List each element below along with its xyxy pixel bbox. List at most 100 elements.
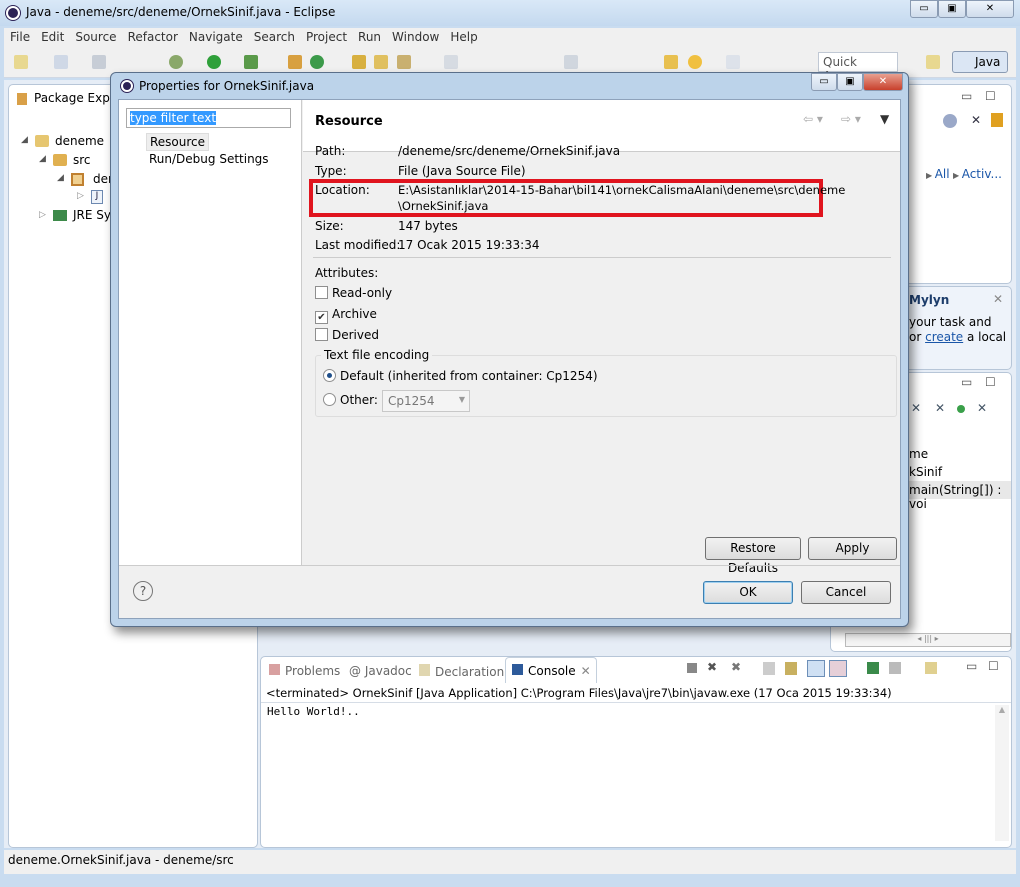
run-icon[interactable] [207, 55, 221, 69]
open-console-icon[interactable] [925, 662, 937, 674]
new-class-icon[interactable] [310, 55, 324, 69]
person-icon[interactable] [991, 113, 1003, 127]
collapse-arrow-icon[interactable]: ▷ [77, 191, 84, 201]
back-icon[interactable] [664, 55, 678, 69]
horizontal-scrollbar[interactable]: ◂ ||| ▸ [845, 633, 1011, 647]
display-console-icon[interactable] [889, 662, 901, 674]
prev-icon[interactable] [688, 55, 702, 69]
expand-arrow-icon[interactable]: ◢ [21, 135, 28, 145]
tab-declaration[interactable]: Declaration [419, 664, 504, 679]
menu-run[interactable]: Run [352, 28, 386, 44]
outline-item-class[interactable]: kSinif [909, 465, 942, 479]
categorized-icon[interactable] [943, 114, 957, 128]
open-folder-icon[interactable] [374, 55, 388, 69]
pin-console-icon[interactable] [867, 662, 879, 674]
restore-defaults-button[interactable]: Restore Defaults [705, 537, 801, 575]
show-on-stderr-icon[interactable] [829, 660, 847, 677]
expand-arrow-icon[interactable]: ◢ [57, 173, 64, 183]
dialog-minimize-button[interactable]: ▭ [811, 73, 837, 91]
view-menu-icon[interactable]: ▼ [880, 112, 889, 126]
ok-button[interactable]: OK [703, 581, 793, 604]
minimize-view-icon[interactable]: ▭ [961, 375, 972, 389]
show-on-stdout-icon[interactable] [807, 660, 825, 677]
menu-window[interactable]: Window [386, 28, 444, 44]
remove-all-icon[interactable]: ✖ [731, 660, 741, 674]
derived-checkbox[interactable]: Derived [315, 328, 379, 342]
save-icon[interactable] [92, 55, 106, 69]
hide-fields-icon[interactable]: ✕ [911, 401, 921, 415]
apply-button[interactable]: Apply [808, 537, 897, 560]
maximize-view-icon[interactable]: ☐ [985, 89, 996, 103]
filter-input[interactable]: type filter text [126, 108, 291, 128]
dialog-maximize-button[interactable]: ▣ [837, 73, 863, 91]
external-tools-icon[interactable] [244, 55, 258, 69]
other-encoding-radio[interactable]: Other: [323, 393, 378, 407]
forward-nav-icon[interactable]: ⇨ ▾ [841, 112, 861, 126]
debug-icon[interactable] [169, 55, 183, 69]
quick-access-input[interactable]: Quick Access [818, 52, 898, 83]
terminate-icon[interactable] [687, 663, 697, 673]
search-icon[interactable] [397, 55, 411, 69]
scroll-lock-icon[interactable] [785, 662, 797, 675]
default-encoding-radio[interactable]: Default (inherited from container: Cp125… [323, 369, 598, 383]
close-button[interactable]: ✕ [966, 0, 1014, 18]
expand-arrow-icon[interactable]: ◢ [39, 154, 46, 164]
archive-checkbox[interactable]: ✔ Archive [315, 307, 377, 324]
tree-item-deneme[interactable]: deneme [55, 134, 104, 148]
minimize-view-icon[interactable]: ▭ [966, 659, 977, 673]
activate-link[interactable]: ▶ Activ... [953, 167, 1002, 181]
vertical-scrollbar[interactable]: ▲ [995, 705, 1009, 841]
close-tab-icon[interactable]: ✕ [581, 664, 591, 678]
outline-item-main[interactable]: main(String[]) : voi [903, 481, 1011, 511]
java-file-icon[interactable]: J [91, 190, 103, 204]
help-button[interactable]: ? [133, 581, 153, 601]
tab-problems[interactable]: Problems [269, 664, 340, 678]
annotation-icon[interactable] [444, 55, 458, 69]
new-file-icon[interactable] [54, 55, 68, 69]
tree-item-src[interactable]: src [73, 153, 91, 167]
create-link[interactable]: create [925, 330, 963, 344]
package-explorer-tab[interactable]: Package Explo [34, 91, 121, 105]
collapse-arrow-icon[interactable]: ▷ [39, 210, 46, 220]
back-nav-icon[interactable]: ⇦ ▾ [803, 112, 823, 126]
toggle-mark-icon[interactable] [564, 55, 578, 69]
focus-icon[interactable]: ✕ [971, 113, 981, 127]
new-icon[interactable] [14, 55, 28, 69]
menu-edit[interactable]: Edit [35, 28, 69, 44]
maximize-button[interactable]: ▣ [938, 0, 966, 18]
nav-item-run-debug[interactable]: Run/Debug Settings [149, 152, 269, 166]
open-perspective-icon[interactable] [926, 55, 940, 69]
menu-navigate[interactable]: Navigate [183, 28, 248, 44]
remove-launch-icon[interactable]: ✖ [707, 660, 717, 674]
close-mylyn-icon[interactable]: ✕ [993, 292, 1003, 306]
forward-icon[interactable] [726, 55, 740, 69]
maximize-view-icon[interactable]: ☐ [988, 659, 999, 673]
minimize-button[interactable]: ▭ [910, 0, 938, 18]
menu-project[interactable]: Project [300, 28, 352, 44]
outline-item-package[interactable]: me [909, 447, 928, 461]
new-package-icon[interactable] [288, 55, 302, 69]
nav-item-resource[interactable]: Resource [146, 133, 210, 151]
radio-button [323, 369, 336, 382]
open-type-icon[interactable] [352, 55, 366, 69]
java-perspective-button[interactable]: Java [952, 51, 1008, 73]
maximize-view-icon[interactable]: ☐ [985, 375, 996, 389]
hide-local-icon[interactable]: ✕ [977, 401, 987, 415]
menu-source[interactable]: Source [69, 28, 121, 44]
readonly-checkbox[interactable]: Read-only [315, 286, 392, 300]
menu-file[interactable]: File [4, 28, 35, 44]
console-icon [512, 664, 523, 675]
encoding-select[interactable]: Cp1254 ▼ [382, 390, 470, 412]
menu-search[interactable]: Search [248, 28, 300, 44]
menu-help[interactable]: Help [444, 28, 482, 44]
tab-console[interactable]: Console ✕ [505, 657, 597, 683]
dialog-close-button[interactable]: ✕ [863, 73, 903, 91]
hide-static-icon[interactable]: ✕ [935, 401, 945, 415]
menu-refactor[interactable]: Refactor [122, 28, 183, 44]
minimize-view-icon[interactable]: ▭ [961, 89, 972, 103]
cancel-button[interactable]: Cancel [801, 581, 891, 604]
filter-all-link[interactable]: ▶ All [926, 167, 950, 181]
clear-console-icon[interactable] [763, 662, 775, 675]
hide-nonpublic-icon[interactable] [957, 405, 965, 413]
tab-javadoc[interactable]: @ Javadoc [349, 664, 412, 678]
